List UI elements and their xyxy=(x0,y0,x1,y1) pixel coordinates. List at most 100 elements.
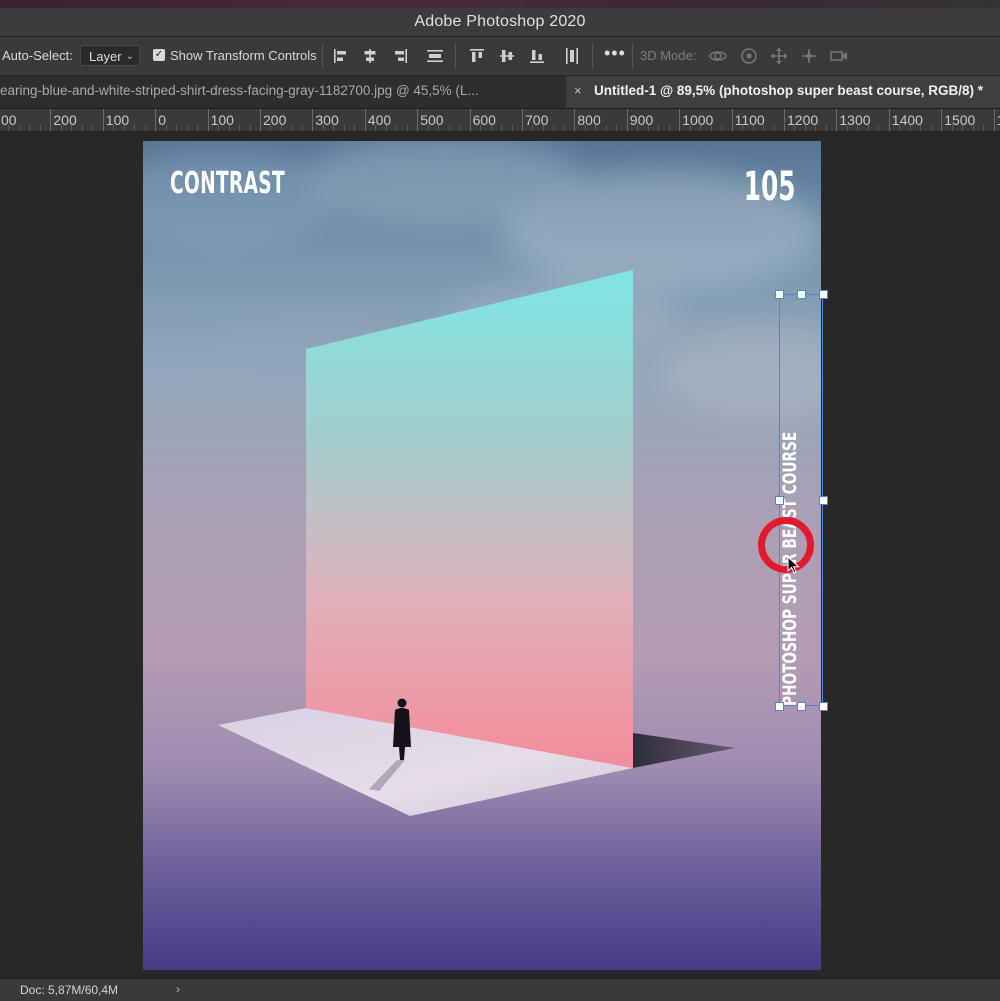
align-top-edges-icon[interactable] xyxy=(468,47,486,65)
status-bar: Doc: 5,87M/60,4M › xyxy=(0,978,1000,1001)
ruler-minor-tick xyxy=(39,125,41,131)
ruler-major-tick xyxy=(364,109,366,131)
surreal-scene xyxy=(218,270,735,816)
transform-bounding-box[interactable] xyxy=(779,294,823,706)
transform-handle-bottom-right[interactable] xyxy=(819,702,828,711)
scale-3d-camera-icon[interactable] xyxy=(829,46,849,66)
distribute-horizontal-icon[interactable] xyxy=(563,47,581,65)
ruler-minor-tick xyxy=(773,125,775,131)
align-vertical-centers-icon[interactable] xyxy=(498,47,516,65)
ruler-minor-tick xyxy=(459,125,461,131)
horizontal-ruler[interactable]: 00 200 100 0 100 200 300 400 500 600 700 800 900 1000… xyxy=(0,109,1000,132)
ruler-label: 0 xyxy=(158,112,166,128)
ruler-minor-tick xyxy=(343,125,345,131)
ruler-minor-tick xyxy=(721,125,723,131)
ruler-major-tick xyxy=(155,109,157,131)
ruler-minor-tick xyxy=(930,125,932,131)
ruler-major-tick xyxy=(993,109,995,131)
roll-3d-icon[interactable] xyxy=(739,46,759,66)
document-canvas[interactable]: CONTRAST 105 PHOTOSHOP SUPER BEAST COURS… xyxy=(143,141,821,970)
ruler-major-tick xyxy=(417,109,419,131)
show-transform-controls-checkbox[interactable]: ✓ xyxy=(153,49,165,61)
chevron-down-icon: ⌄ xyxy=(125,51,134,62)
ruler-major-tick xyxy=(784,109,785,131)
ruler-major-tick xyxy=(522,109,523,131)
ruler-minor-tick xyxy=(448,125,450,131)
ruler-minor-tick xyxy=(501,125,503,131)
ruler-minor-tick xyxy=(301,125,303,131)
ruler-minor-tick xyxy=(81,125,83,131)
ruler-label: 100 xyxy=(105,112,130,128)
document-size-info[interactable]: Doc: 5,87M/60,4M xyxy=(20,983,118,997)
divider xyxy=(455,43,456,69)
auto-select-value: Layer xyxy=(89,49,122,64)
ruler-minor-tick xyxy=(18,125,20,131)
ruler-minor-tick xyxy=(511,125,513,131)
tab-striped-shirt-photo[interactable]: earing-blue-and-white-striped-shirt-dres… xyxy=(0,76,560,108)
ruler-minor-tick xyxy=(249,125,251,131)
auto-select-dropdown[interactable]: Layer ⌄ xyxy=(80,45,140,66)
ruler-label: 900 xyxy=(629,112,654,128)
ruler-major-tick xyxy=(207,109,209,131)
transform-handle-top-left[interactable] xyxy=(775,290,784,299)
distribute-vertical-icon[interactable] xyxy=(426,47,444,65)
transform-handle-bottom-center[interactable] xyxy=(797,702,806,711)
align-bottom-edges-icon[interactable] xyxy=(528,47,546,65)
ruler-minor-tick xyxy=(406,125,408,131)
orbit-3d-icon[interactable] xyxy=(708,46,728,66)
ruler-label: 1100 xyxy=(734,112,765,128)
ruler-minor-tick xyxy=(563,125,565,131)
title-bar: Adobe Photoshop 2020 xyxy=(0,8,1000,37)
ruler-minor-tick xyxy=(176,125,178,131)
wall-shadow xyxy=(633,733,735,768)
transform-handle-top-center[interactable] xyxy=(797,290,806,299)
3d-mode-label: 3D Mode: xyxy=(640,48,697,63)
ruler-minor-tick xyxy=(92,125,94,131)
more-options-icon[interactable]: ••• xyxy=(604,43,626,64)
ruler-minor-tick xyxy=(605,125,607,131)
ruler-label: 1000 xyxy=(682,112,714,128)
transform-handle-middle-left[interactable] xyxy=(775,496,784,505)
options-bar: Auto-Select: Layer ⌄ ✓ Show Transform Co… xyxy=(0,37,1000,76)
gradient-wall xyxy=(306,270,633,768)
divider xyxy=(632,43,633,69)
poster-number[interactable]: 105 xyxy=(743,164,795,210)
align-right-edges-icon[interactable] xyxy=(391,47,409,65)
tab-label: Untitled-1 @ 89,5% (photoshop super beas… xyxy=(594,83,983,98)
ruler-minor-tick xyxy=(354,125,356,131)
pan-3d-icon[interactable] xyxy=(769,46,789,66)
ruler-minor-tick xyxy=(668,125,670,131)
ruler-major-tick xyxy=(574,109,576,131)
ruler-major-tick xyxy=(50,109,52,131)
ruler-label: 200 xyxy=(263,112,287,128)
ruler-major-tick xyxy=(731,109,733,131)
ruler-minor-tick xyxy=(144,125,146,131)
ruler-major-tick xyxy=(312,109,314,131)
transform-handle-middle-right[interactable] xyxy=(819,496,828,505)
ruler-label: 1500 xyxy=(944,112,976,128)
ruler-label: 800 xyxy=(577,112,601,128)
slide-3d-icon[interactable] xyxy=(799,46,819,66)
ruler-minor-tick xyxy=(239,125,241,131)
transform-handle-bottom-left[interactable] xyxy=(775,702,784,711)
align-left-edges-icon[interactable] xyxy=(332,47,350,65)
transform-handle-top-right[interactable] xyxy=(819,290,828,299)
poster-title[interactable]: CONTRAST xyxy=(170,166,285,201)
ruler-major-tick xyxy=(836,109,838,131)
close-icon[interactable]: × xyxy=(574,76,582,106)
ruler-minor-tick xyxy=(658,125,660,131)
ruler-label: 500 xyxy=(420,112,444,128)
ruler-label: 300 xyxy=(315,112,339,128)
ruler-minor-tick xyxy=(134,125,136,131)
ruler-major-tick xyxy=(469,109,471,131)
align-horizontal-centers-icon[interactable] xyxy=(361,47,379,65)
tab-untitled-1[interactable]: × Untitled-1 @ 89,5% (photoshop super be… xyxy=(566,76,1000,108)
show-transform-controls-label[interactable]: Show Transform Controls xyxy=(170,48,317,63)
ruler-label: 00 xyxy=(1,112,17,128)
ruler-major-tick xyxy=(941,109,943,131)
chevron-right-icon[interactable]: › xyxy=(176,982,180,996)
ruler-minor-tick xyxy=(186,125,188,131)
ruler-label: 1200 xyxy=(787,112,819,128)
ruler-major-tick xyxy=(102,109,104,131)
ruler-minor-tick xyxy=(616,125,618,131)
